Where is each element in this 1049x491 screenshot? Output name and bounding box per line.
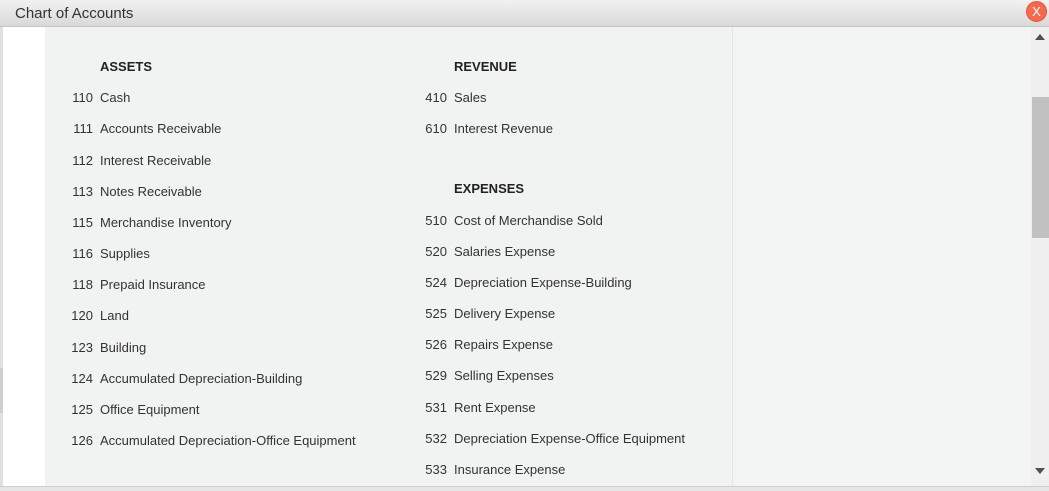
account-name: Repairs Expense (454, 337, 553, 352)
scroll-up-arrow-icon[interactable] (1035, 34, 1045, 40)
title-bar[interactable]: Chart of Accounts X (0, 0, 1049, 27)
content-viewport: ASSETS 110 Cash 111 Accounts Receivable 11… (3, 27, 1031, 487)
account-name: Building (100, 340, 147, 355)
revenue-heading: REVENUE (454, 59, 517, 74)
account-number: 111 (73, 121, 93, 136)
account-name: Cost of Merchandise Sold (454, 213, 603, 228)
account-number: 525 (425, 306, 447, 321)
empty-side-area (733, 27, 1031, 487)
account-number: 610 (425, 121, 447, 136)
account-number: 110 (72, 90, 93, 105)
account-number: 113 (72, 184, 93, 199)
account-name: Land (100, 308, 129, 323)
scroll-down-arrow-icon[interactable] (1035, 468, 1045, 474)
window-title: Chart of Accounts (15, 5, 134, 22)
account-name: Rent Expense (454, 400, 536, 415)
account-name: Salaries Expense (454, 244, 556, 259)
scrollbar-thumb[interactable] (1032, 97, 1049, 238)
account-number: 115 (72, 215, 93, 230)
account-number: 529 (425, 368, 447, 383)
account-number: 531 (425, 400, 447, 415)
bottom-edge (0, 486, 1049, 491)
account-number: 116 (72, 246, 93, 261)
account-name: Interest Revenue (454, 121, 554, 136)
account-number: 112 (72, 153, 93, 168)
account-number: 526 (425, 337, 447, 352)
account-name: Interest Receivable (100, 153, 212, 168)
close-button[interactable]: X (1026, 1, 1047, 22)
account-name: Prepaid Insurance (100, 277, 206, 292)
vertical-scrollbar[interactable] (1031, 27, 1049, 487)
account-name: Cash (100, 90, 131, 105)
account-name: Merchandise Inventory (100, 215, 232, 230)
account-number: 520 (425, 244, 447, 259)
accounts-panel: ASSETS 110 Cash 111 Accounts Receivable 11… (45, 27, 733, 487)
account-number: 120 (71, 308, 93, 323)
account-name: Supplies (100, 246, 150, 261)
account-number: 410 (425, 90, 447, 105)
chart-of-accounts-window: Chart of Accounts X ASSETS 110 Cash 111 Ac… (0, 0, 1049, 491)
account-number: 533 (425, 462, 447, 477)
expenses-heading: EXPENSES (454, 181, 525, 196)
account-name: Accumulated Depreciation-Office Equipmen… (100, 433, 356, 448)
account-number: 524 (425, 275, 447, 290)
account-name: Selling Expenses (454, 368, 554, 383)
account-number: 123 (71, 340, 93, 355)
account-number: 510 (425, 213, 447, 228)
account-number: 124 (71, 371, 93, 386)
account-name: Sales (454, 90, 487, 105)
account-name: Insurance Expense (454, 462, 566, 477)
account-name: Office Equipment (100, 402, 200, 417)
account-name: Depreciation Expense-Building (454, 275, 632, 290)
account-name: Accumulated Depreciation-Building (100, 371, 303, 386)
account-number: 118 (72, 277, 93, 292)
account-name: Accounts Receivable (100, 121, 222, 136)
account-number: 532 (425, 431, 447, 446)
account-name: Notes Receivable (100, 184, 202, 199)
account-number: 126 (71, 433, 93, 448)
account-number: 125 (71, 402, 93, 417)
assets-heading: ASSETS (100, 59, 153, 74)
account-name: Delivery Expense (454, 306, 556, 321)
account-name: Depreciation Expense-Office Equipment (454, 431, 685, 446)
